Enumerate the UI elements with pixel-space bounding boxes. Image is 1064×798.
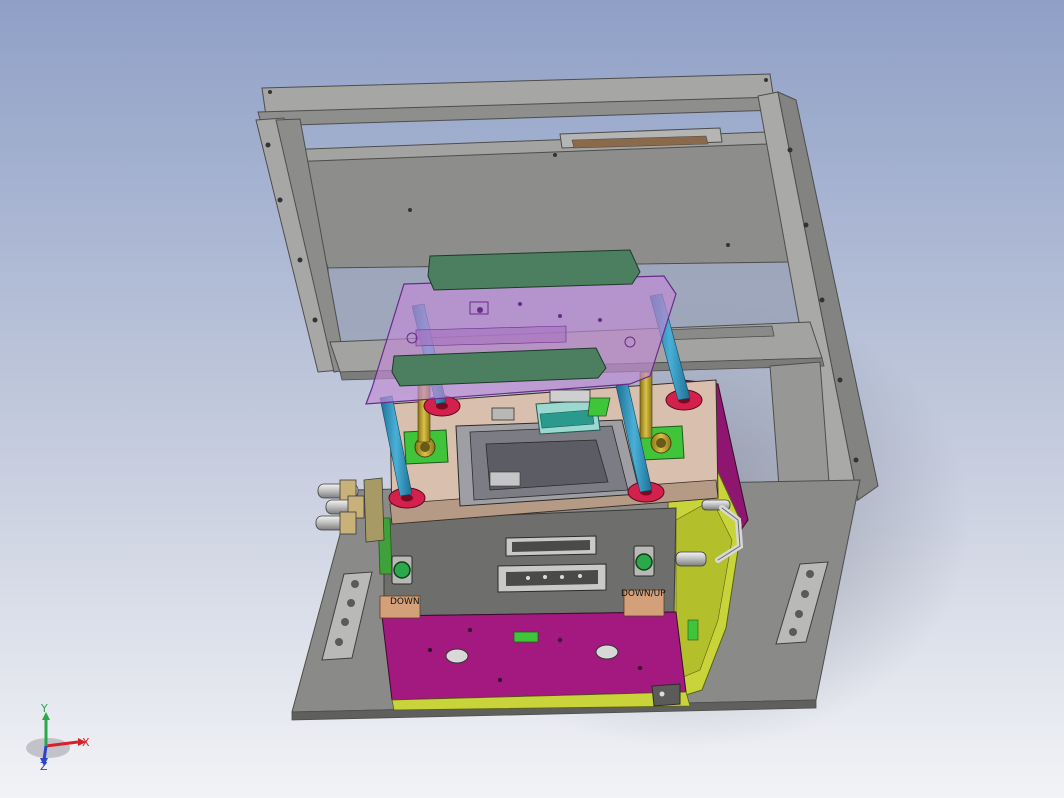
down-up-button[interactable]: [635, 553, 653, 571]
down-up-label: DOWN/UP: [621, 589, 666, 599]
down-button[interactable]: [393, 561, 411, 579]
cad-viewport[interactable]: DOWN DOWN/UP X Y Z: [0, 0, 1064, 798]
axis-x-label: X: [82, 736, 90, 749]
axis-y-label: Y: [40, 702, 48, 715]
brass-rod-right: [639, 371, 653, 439]
assembly-model: DOWN DOWN/UP X Y Z: [0, 0, 1064, 798]
axis-z-label: Z: [40, 760, 48, 773]
down-label: DOWN: [390, 597, 420, 607]
